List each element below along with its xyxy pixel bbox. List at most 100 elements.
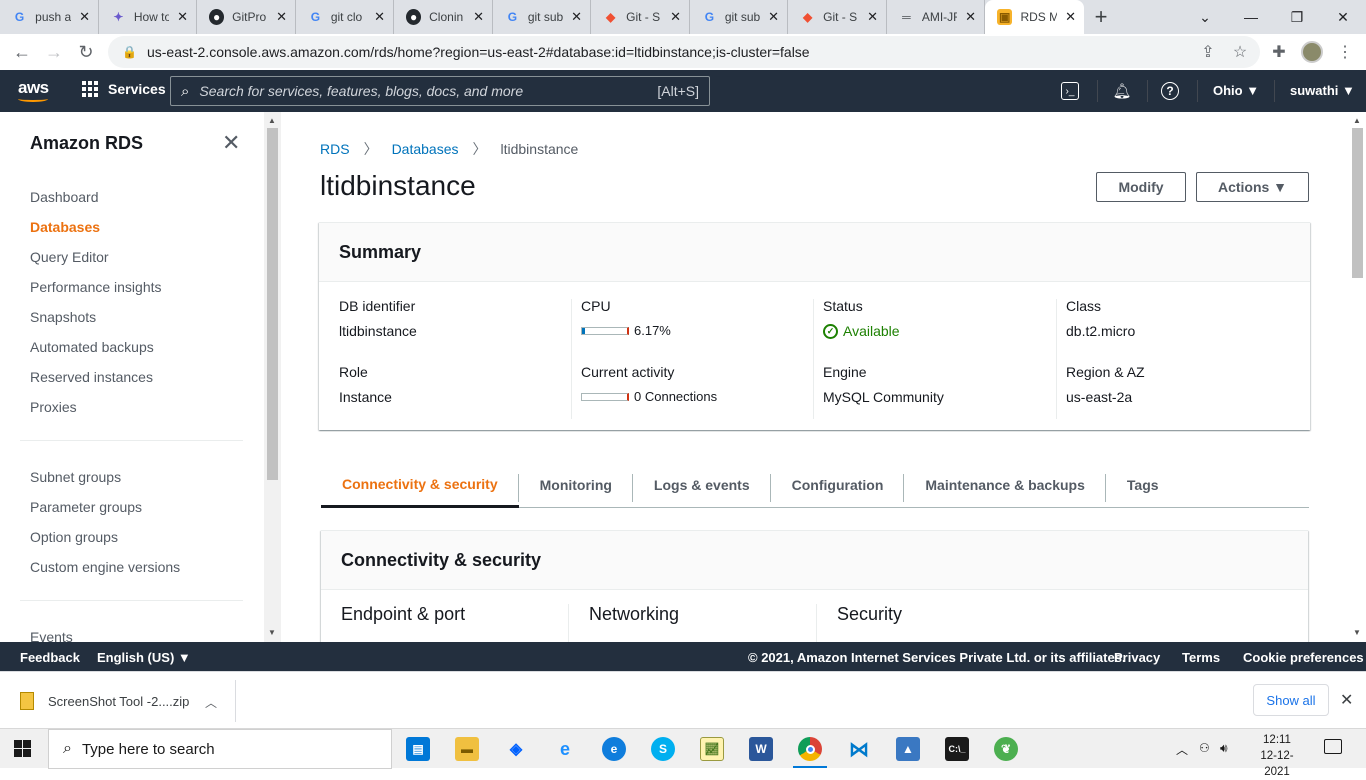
aws-logo[interactable]: aws <box>18 78 49 102</box>
reload-icon[interactable]: ↻ <box>70 36 102 68</box>
back-icon[interactable]: ← <box>6 36 38 68</box>
network-icon[interactable]: ⚇ <box>1199 741 1210 755</box>
language-selector[interactable]: English (US) ▼ <box>97 650 191 665</box>
close-tab-icon[interactable]: ✕ <box>79 9 90 25</box>
tab-search-icon[interactable]: ⌄ <box>1182 0 1228 34</box>
browser-tab[interactable]: ═ AMI-JF ✕ <box>887 0 985 34</box>
taskbar-search-input[interactable]: ⌕ Type here to search <box>48 729 392 769</box>
chart-app-icon[interactable]: 📈︎ <box>700 737 724 761</box>
menu-dots-icon[interactable]: ⋮ <box>1330 36 1360 68</box>
vscode-icon[interactable]: ⋈ <box>847 737 871 761</box>
show-all-button[interactable]: Show all <box>1253 684 1329 716</box>
share-icon[interactable]: ⇪ <box>1193 36 1223 68</box>
region-selector[interactable]: Ohio ▼ <box>1213 83 1259 98</box>
download-item[interactable]: ScreenShot Tool -2....zip <box>0 680 236 722</box>
connections-link[interactable]: 0 Connections <box>634 389 717 404</box>
tab-logs-events[interactable]: Logs & events <box>633 462 771 508</box>
chevron-up-icon[interactable]: ︿ <box>1176 741 1188 758</box>
main-scrollbar[interactable]: ▲ ▼ <box>1349 112 1366 642</box>
volume-icon[interactable]: 🔊︎ <box>1220 741 1228 756</box>
sidebar-item-databases[interactable]: Databases <box>30 219 100 235</box>
word-icon[interactable]: W <box>749 737 773 761</box>
terminal-icon[interactable]: C:\_ <box>945 737 969 761</box>
extensions-icon[interactable]: ✚ <box>1264 36 1294 68</box>
browser-tab[interactable]: ◆ Git - S ✕ <box>591 0 690 34</box>
spring-icon[interactable]: ❦ <box>994 737 1018 761</box>
new-tab-icon[interactable]: + <box>1084 0 1118 34</box>
sidebar-item-option-groups[interactable]: Option groups <box>30 529 118 545</box>
breadcrumb-rds[interactable]: RDS <box>320 141 350 157</box>
store-icon[interactable]: ▤ <box>406 737 430 761</box>
tab-configuration[interactable]: Configuration <box>771 462 905 508</box>
close-tab-icon[interactable]: ✕ <box>571 9 582 25</box>
sidebar-item-automated-backups[interactable]: Automated backups <box>30 339 154 355</box>
close-tab-icon[interactable]: ✕ <box>177 9 188 25</box>
sidebar-item-dashboard[interactable]: Dashboard <box>30 189 99 205</box>
notification-icon[interactable] <box>1324 739 1342 754</box>
forward-icon[interactable]: → <box>38 36 70 68</box>
tab-maintenance-backups[interactable]: Maintenance & backups <box>904 462 1106 508</box>
breadcrumb-databases[interactable]: Databases <box>392 141 459 157</box>
sidebar-scrollbar[interactable]: ▲ ▼ <box>264 112 281 642</box>
dropbox-icon[interactable]: ◈ <box>504 737 528 761</box>
feedback-link[interactable]: Feedback <box>20 650 80 665</box>
cookie-preferences-link[interactable]: Cookie preferences <box>1243 650 1364 665</box>
privacy-link[interactable]: Privacy <box>1114 650 1160 665</box>
help-icon[interactable]: ? <box>1161 82 1179 100</box>
close-tab-icon[interactable]: ✕ <box>670 9 681 25</box>
browser-tab[interactable]: Ggit clo ✕ <box>296 0 394 34</box>
restore-icon[interactable]: ❐ <box>1274 0 1320 34</box>
chevron-up-icon[interactable]: ︿ <box>205 694 217 711</box>
close-tab-icon[interactable]: ✕ <box>1065 9 1076 25</box>
browser-tab-active[interactable]: ▣ RDS M ✕ <box>985 0 1084 34</box>
modify-button[interactable]: Modify <box>1096 172 1186 202</box>
user-menu[interactable]: suwathi ▼ <box>1290 83 1355 98</box>
minimize-icon[interactable]: — <box>1228 0 1274 34</box>
sidebar-item-parameter-groups[interactable]: Parameter groups <box>30 499 142 515</box>
browser-tab[interactable]: ● GitPro ✕ <box>197 0 296 34</box>
search-input[interactable]: ⌕ Search for services, features, blogs, … <box>170 76 710 106</box>
sidebar-item-query-editor[interactable]: Query Editor <box>30 249 109 265</box>
browser-tab[interactable]: ◆ Git - S ✕ <box>788 0 887 34</box>
browser-tab[interactable]: ● Clonin ✕ <box>394 0 493 34</box>
close-window-icon[interactable]: ✕ <box>1320 0 1366 34</box>
tab-connectivity-security[interactable]: Connectivity & security <box>321 462 519 508</box>
close-icon[interactable]: ✕ <box>1340 690 1353 710</box>
terms-link[interactable]: Terms <box>1182 650 1220 665</box>
close-icon[interactable]: ✕ <box>222 130 240 156</box>
chrome-icon[interactable] <box>798 737 822 761</box>
close-tab-icon[interactable]: ✕ <box>768 9 779 25</box>
sidebar-item-reserved-instances[interactable]: Reserved instances <box>30 369 153 385</box>
close-tab-icon[interactable]: ✕ <box>276 9 287 25</box>
tab-tags[interactable]: Tags <box>1106 462 1180 508</box>
sidebar-item-proxies[interactable]: Proxies <box>30 399 77 415</box>
services-menu-button[interactable]: Services <box>82 81 166 97</box>
browser-tab[interactable]: Ggit sub ✕ <box>493 0 591 34</box>
browser-tab[interactable]: ✦ How to ✕ <box>99 0 197 34</box>
tab-monitoring[interactable]: Monitoring <box>519 462 634 508</box>
actions-button[interactable]: Actions ▼ <box>1196 172 1309 202</box>
url-field[interactable]: 🔒 us-east-2.console.aws.amazon.com/rds/h… <box>108 36 1260 68</box>
file-explorer-icon[interactable]: ▬ <box>455 737 479 761</box>
close-tab-icon[interactable]: ✕ <box>867 9 878 25</box>
clock[interactable]: 12:11 12-12-2021 <box>1250 732 1304 780</box>
bookmark-star-icon[interactable]: ☆ <box>1225 36 1255 68</box>
close-tab-icon[interactable]: ✕ <box>965 9 976 25</box>
cloudshell-icon[interactable]: ›_ <box>1061 82 1079 100</box>
windows-start-icon[interactable] <box>14 740 31 757</box>
sidebar-item-performance-insights[interactable]: Performance insights <box>30 279 162 295</box>
browser-tab[interactable]: Gpush a ✕ <box>0 0 99 34</box>
sidebar-item-snapshots[interactable]: Snapshots <box>30 309 96 325</box>
sidebar-item-subnet-groups[interactable]: Subnet groups <box>30 469 121 485</box>
photos-icon[interactable]: ▲ <box>896 737 920 761</box>
skype-icon[interactable]: S <box>651 737 675 761</box>
browser-tab[interactable]: Ggit sub ✕ <box>690 0 788 34</box>
bell-icon[interactable]: 🔔︎ <box>1111 80 1133 102</box>
edge-icon[interactable]: e <box>602 737 626 761</box>
profile-avatar[interactable] <box>1297 36 1327 68</box>
internet-explorer-icon[interactable]: e <box>553 737 577 761</box>
sidebar-item-events[interactable]: Events <box>30 629 73 642</box>
close-tab-icon[interactable]: ✕ <box>473 9 484 25</box>
sidebar-item-custom-engine-versions[interactable]: Custom engine versions <box>30 559 180 575</box>
close-tab-icon[interactable]: ✕ <box>374 9 385 25</box>
